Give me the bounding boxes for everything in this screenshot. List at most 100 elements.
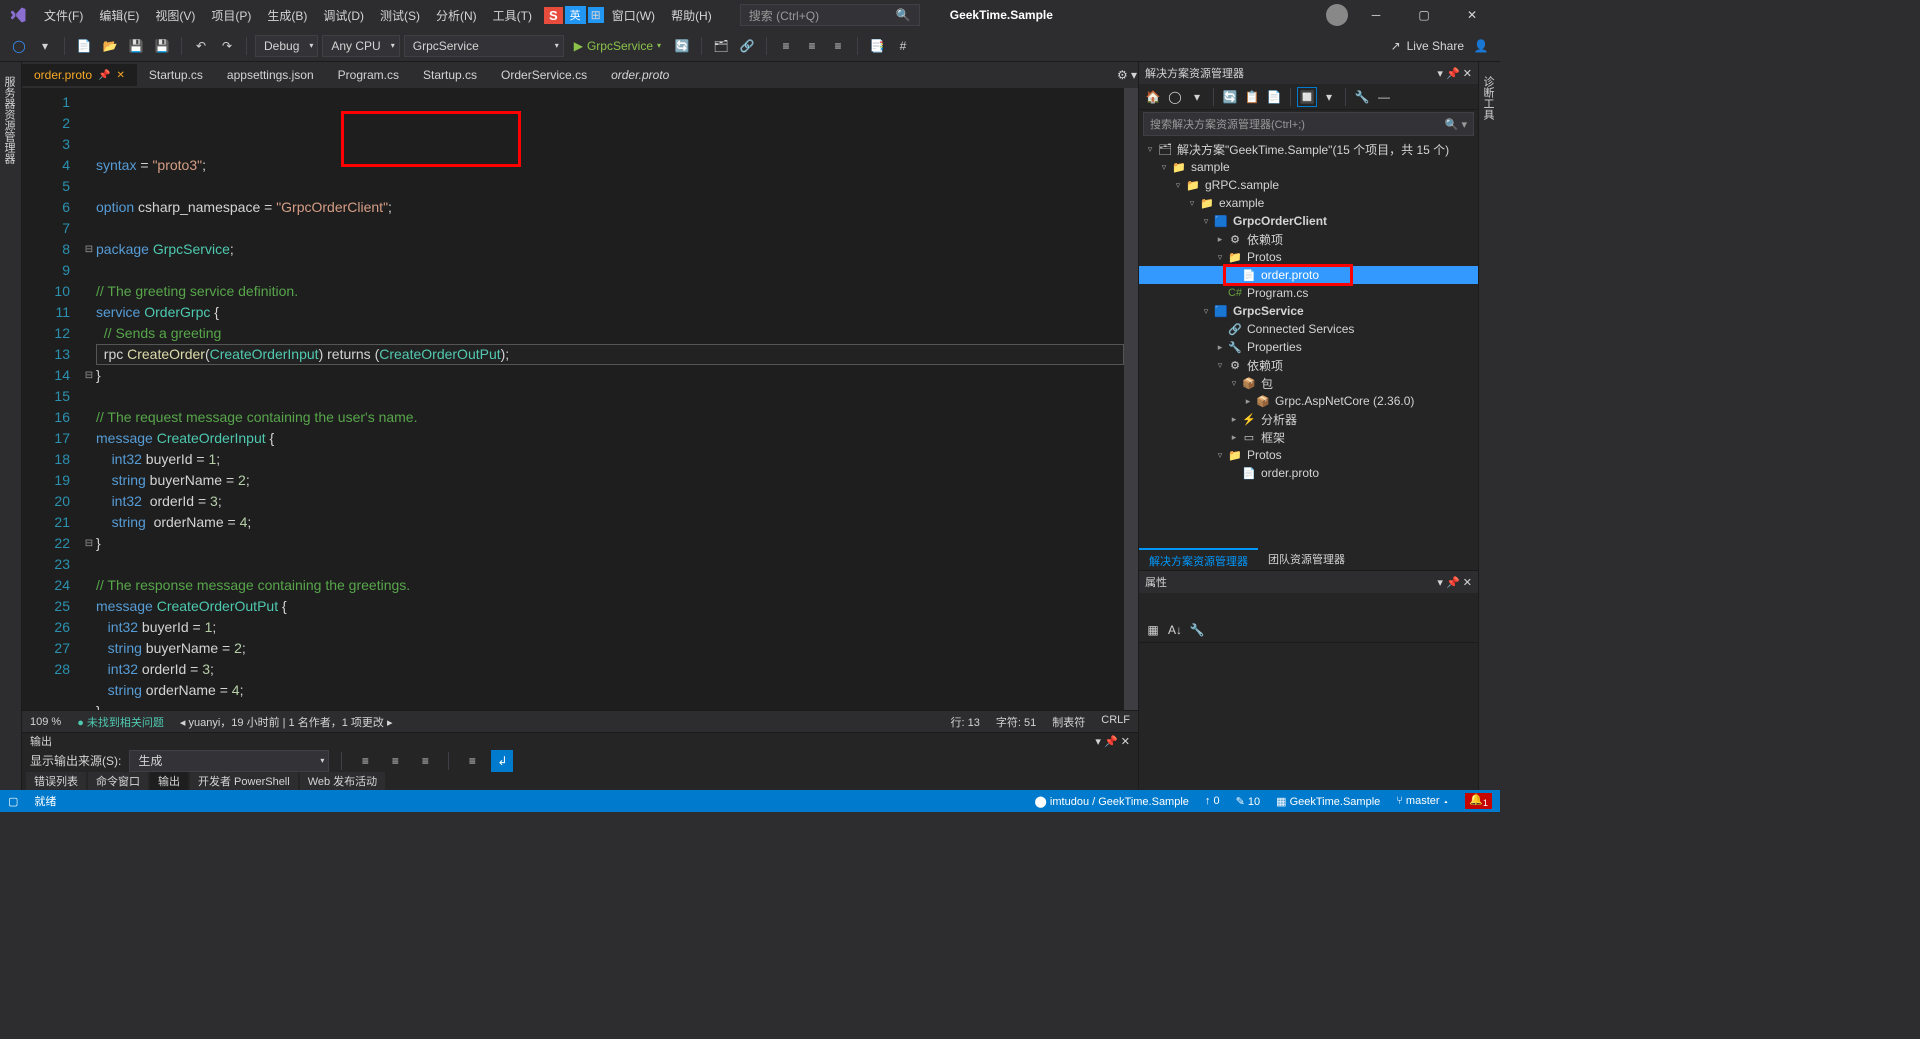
se-wrench-button[interactable]: 🔧 <box>1352 87 1372 107</box>
se-btn-10[interactable]: — <box>1374 87 1394 107</box>
props-pin-icon[interactable]: 📌 <box>1446 577 1460 589</box>
expander-icon[interactable]: ▸ <box>1227 432 1241 443</box>
output-tab[interactable]: 输出 <box>150 772 188 790</box>
diagnostics-tab[interactable]: 诊断工具 <box>1478 70 1498 782</box>
panel-dropdown-icon[interactable]: ▾ <box>1095 736 1101 748</box>
status-push[interactable]: ↑ 0 <box>1205 795 1220 807</box>
props-az-button[interactable]: A↓ <box>1165 620 1185 640</box>
editor-scrollbar[interactable] <box>1124 88 1138 710</box>
props-cat-button[interactable]: ▦ <box>1143 620 1163 640</box>
global-search-input[interactable]: 搜索 (Ctrl+Q) 🔍 <box>740 4 920 26</box>
tree-item[interactable]: ▿🟦GrpcService <box>1139 302 1478 320</box>
output-tab[interactable]: 错误列表 <box>26 772 86 790</box>
startup-project-dropdown[interactable]: GrpcService <box>404 35 564 57</box>
zoom-level[interactable]: 109 % <box>30 716 61 728</box>
menu-item[interactable]: 调试(D) <box>315 5 372 27</box>
menu-item[interactable]: 项目(P) <box>203 5 259 27</box>
tree-item[interactable]: ▸⚙依赖项 <box>1139 230 1478 248</box>
close-button[interactable]: ✕ <box>1452 1 1492 29</box>
output-btn-5[interactable]: ↲ <box>491 750 513 772</box>
undo-button[interactable]: ↶ <box>190 35 212 57</box>
menu-item[interactable]: 窗口(W) <box>604 5 663 27</box>
editor-tab[interactable]: order.proto <box>599 64 681 86</box>
tb-icon-2[interactable]: 🔗 <box>736 35 758 57</box>
expander-icon[interactable]: ▿ <box>1199 216 1213 227</box>
expander-icon[interactable]: ▸ <box>1213 342 1227 353</box>
code-content[interactable]: syntax = "proto3";option csharp_namespac… <box>96 88 1124 710</box>
tree-item[interactable]: 🔗Connected Services <box>1139 320 1478 338</box>
menu-item[interactable]: 工具(T) <box>485 5 540 27</box>
output-tab[interactable]: Web 发布活动 <box>300 772 385 790</box>
se-btn-6[interactable]: 📄 <box>1264 87 1284 107</box>
tree-item[interactable]: ▿📦包 <box>1139 374 1478 392</box>
refresh-button[interactable]: 🔄 <box>671 35 693 57</box>
output-source-dropdown[interactable]: 生成 <box>129 750 329 772</box>
tree-item[interactable]: C#Program.cs <box>1139 284 1478 302</box>
menu-item[interactable]: 编辑(E) <box>91 5 147 27</box>
close-icon[interactable]: ✕ <box>117 70 125 81</box>
minimize-button[interactable]: ─ <box>1356 1 1396 29</box>
menu-item[interactable]: 分析(N) <box>428 5 485 27</box>
platform-dropdown[interactable]: Any CPU <box>322 35 399 57</box>
new-file-button[interactable]: 📄 <box>73 35 95 57</box>
menu-item[interactable]: 文件(F) <box>36 5 91 27</box>
pin-icon[interactable]: 📌 <box>98 70 110 81</box>
expander-icon[interactable]: ▸ <box>1241 396 1255 407</box>
se-btn-5[interactable]: 📋 <box>1242 87 1262 107</box>
panel-tab[interactable]: 团队资源管理器 <box>1258 548 1355 570</box>
editor-tab[interactable]: appsettings.json <box>215 64 326 86</box>
editor-tab[interactable]: Program.cs <box>326 64 411 86</box>
tree-item[interactable]: ▿📁Protos <box>1139 446 1478 464</box>
eol-mode[interactable]: CRLF <box>1101 714 1130 730</box>
tab-overflow-icon[interactable]: ⚙ ▾ <box>1116 64 1138 86</box>
tb-icon-3[interactable]: ≡ <box>775 35 797 57</box>
tree-item[interactable]: ▿📁sample <box>1139 158 1478 176</box>
fold-column[interactable]: ⊟⊟⊟ <box>82 88 96 710</box>
nav-fwd-button[interactable]: ▾ <box>34 35 56 57</box>
se-sync-button[interactable]: 🔄 <box>1220 87 1240 107</box>
output-btn-1[interactable]: ≡ <box>354 750 376 772</box>
status-repo[interactable]: ⬤ imtudou / GeekTime.Sample <box>1035 795 1189 808</box>
panel-pin-icon[interactable]: 📌 <box>1104 736 1118 748</box>
issues-indicator[interactable]: ● 未找到相关问题 <box>77 714 164 730</box>
status-pull[interactable]: ✎ 10 <box>1236 795 1261 808</box>
indent-mode[interactable]: 制表符 <box>1052 714 1085 730</box>
panel-close-icon[interactable]: ✕ <box>1121 736 1130 748</box>
tree-item[interactable]: 📄order.proto <box>1139 464 1478 482</box>
tb-icon-7[interactable]: # <box>892 35 914 57</box>
liveshare-button[interactable]: ↗ Live Share 👤 <box>1391 35 1492 57</box>
se-home-button[interactable]: 🏠 <box>1143 87 1163 107</box>
output-tab[interactable]: 开发者 PowerShell <box>190 772 298 790</box>
tree-item[interactable]: ▿⚙依赖项 <box>1139 356 1478 374</box>
solution-tree[interactable]: ▿ 🗂 解决方案"GeekTime.Sample"(15 个项目，共 15 个)… <box>1139 138 1478 548</box>
se-btn-3[interactable]: ▾ <box>1187 87 1207 107</box>
save-all-button[interactable]: 💾 <box>151 35 173 57</box>
props-wrench-button[interactable]: 🔧 <box>1187 620 1207 640</box>
menu-item[interactable]: 生成(B) <box>259 5 315 27</box>
output-btn-4[interactable]: ≡ <box>461 750 483 772</box>
editor-tab[interactable]: OrderService.cs <box>489 64 599 86</box>
props-dropdown-icon[interactable]: ▾ <box>1437 577 1443 589</box>
author-info[interactable]: ◂ yuanyi，19 小时前 | 1 名作者，1 项更改 ▸ <box>180 714 393 730</box>
props-close-icon[interactable]: ✕ <box>1463 577 1472 589</box>
solution-search-input[interactable]: 搜索解决方案资源管理器(Ctrl+;) 🔍 ▾ <box>1143 112 1474 136</box>
editor-tab[interactable]: order.proto📌✕ <box>22 64 137 86</box>
tb-icon-1[interactable]: 🗂 <box>710 35 732 57</box>
server-explorer-tab[interactable]: 服务器资源管理器 <box>0 70 19 782</box>
se-pin-icon[interactable]: 📌 <box>1446 68 1460 80</box>
expander-icon[interactable]: ▿ <box>1213 450 1227 461</box>
tb-icon-6[interactable]: 📑 <box>866 35 888 57</box>
expander-icon[interactable]: ▿ <box>1227 378 1241 389</box>
user-avatar[interactable] <box>1326 4 1348 26</box>
save-button[interactable]: 💾 <box>125 35 147 57</box>
tb-icon-5[interactable]: ≡ <box>827 35 849 57</box>
solution-root[interactable]: ▿ 🗂 解决方案"GeekTime.Sample"(15 个项目，共 15 个) <box>1139 140 1478 158</box>
open-button[interactable]: 📂 <box>99 35 121 57</box>
tree-item[interactable]: ▿📁gRPC.sample <box>1139 176 1478 194</box>
expander-icon[interactable]: ▿ <box>1213 252 1227 263</box>
code-editor[interactable]: 1234567891011121314151617181920212223242… <box>22 88 1138 710</box>
tree-item[interactable]: ▿📁example <box>1139 194 1478 212</box>
tree-item[interactable]: ▿🟦GrpcOrderClient <box>1139 212 1478 230</box>
tree-item[interactable]: ▸🔧Properties <box>1139 338 1478 356</box>
menu-item[interactable]: 测试(S) <box>372 5 428 27</box>
